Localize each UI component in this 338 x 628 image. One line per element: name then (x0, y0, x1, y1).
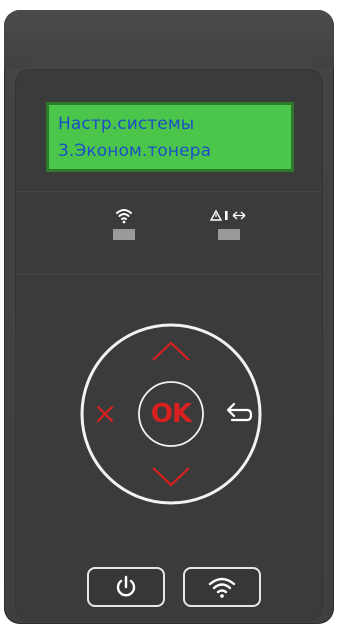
navigation-pad: OK (77, 320, 265, 508)
cancel-button[interactable] (85, 394, 125, 434)
lcd-line-1: Настр.системы (58, 114, 195, 134)
wifi-icon (208, 577, 236, 598)
lcd-line-2: 3.Эконом.тонера (58, 141, 212, 161)
wifi-icon (116, 209, 132, 224)
warning-icon (209, 209, 246, 221)
lcd-display: Настр.системы 3.Эконом.тонера (46, 102, 294, 172)
power-button[interactable] (87, 567, 165, 607)
control-panel-face: Настр.системы 3.Эконом.тонера OK (16, 70, 322, 620)
chevron-up-icon (152, 341, 190, 361)
error-data-indicator (206, 205, 252, 245)
wifi-status-indicator (104, 205, 144, 245)
chevron-down-icon (152, 467, 190, 487)
close-icon (96, 405, 114, 423)
back-arrow-icon (226, 402, 253, 422)
divider-lower (16, 274, 322, 275)
error-status-led (218, 229, 240, 240)
ok-button[interactable]: OK (140, 383, 202, 445)
down-button[interactable] (141, 458, 201, 498)
printer-control-panel: Настр.системы 3.Эконом.тонера OK (4, 10, 334, 624)
wifi-status-led (113, 229, 135, 240)
up-button[interactable] (141, 330, 201, 370)
power-icon (116, 575, 136, 597)
back-button[interactable] (217, 394, 257, 434)
panel-top-bezel (4, 10, 334, 68)
ok-label: OK (150, 399, 192, 429)
divider-upper (16, 191, 322, 192)
wifi-button[interactable] (183, 567, 261, 607)
